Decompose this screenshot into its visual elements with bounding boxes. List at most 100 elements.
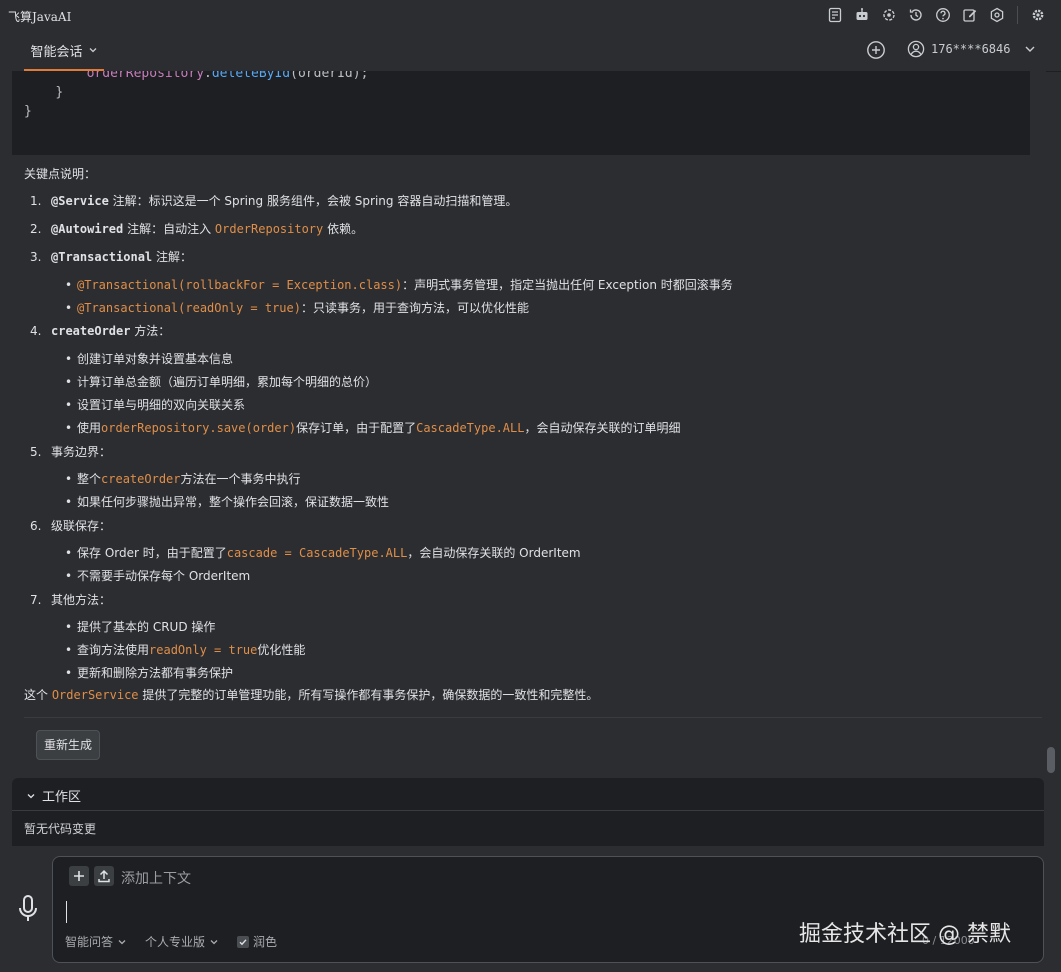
microphone-button[interactable] — [16, 894, 40, 924]
bullet-item: • 如果任何步骤抛出异常，整个操作会回滚，保证数据一致性 — [65, 495, 390, 509]
list-item: 5. 事务边界： — [30, 443, 111, 460]
list-bold: createOrder — [51, 324, 131, 338]
bullet-text: 提供了基本的 CRUD 操作 — [77, 620, 216, 634]
inline-code: readOnly = true — [149, 643, 258, 657]
summary-text: 这个 OrderService 提供了完整的订单管理功能，所有写操作都有事务保护… — [24, 686, 598, 703]
robot-icon[interactable] — [853, 6, 871, 24]
list-number: 2. — [30, 222, 42, 236]
input-options: 智能问答 个人专业版 润色 — [65, 933, 277, 950]
bullet-text: 保存订单，由于配置了 — [296, 421, 417, 435]
plan-label: 个人专业版 — [145, 935, 206, 949]
chat-scroll-area[interactable]: orderRepository.deleteById(orderId); } }… — [0, 71, 1046, 846]
help-icon[interactable] — [934, 6, 952, 24]
list-text: 依赖。 — [323, 222, 364, 236]
bullet-item: • 创建订单对象并设置基本信息 — [65, 352, 234, 366]
list-text: 方法： — [130, 324, 171, 338]
code-token: (orderId); — [290, 71, 369, 81]
upload-icon — [98, 869, 110, 883]
window-title: 飞算JavaAI — [8, 10, 72, 24]
code-token: deleteById — [211, 71, 291, 81]
plan-dropdown[interactable]: 个人专业版 — [145, 933, 219, 950]
session-bar: 智能会话 176****6846 — [0, 31, 1061, 72]
scrollbar-thumb[interactable] — [1047, 747, 1055, 773]
code-block: orderRepository.deleteById(orderId); } } — [12, 71, 1030, 155]
bullet-text: 整个 — [77, 472, 102, 486]
inline-code: createOrder — [101, 472, 181, 486]
code-token: } — [24, 104, 32, 119]
code-token: } — [55, 85, 64, 100]
upload-button[interactable] — [94, 866, 114, 886]
edit-icon[interactable] — [961, 6, 979, 24]
polish-label: 润色 — [253, 935, 278, 949]
checkbox-checked-icon — [237, 935, 250, 948]
code-token: . — [204, 71, 212, 81]
bullet-text: 查询方法使用 — [77, 643, 150, 657]
list-item: 7. 其他方法： — [30, 591, 111, 608]
regenerate-button[interactable]: 重新生成 — [36, 730, 101, 760]
summary-part: 这个 — [24, 688, 52, 702]
inline-code: @Transactional(readOnly = true) — [77, 301, 301, 315]
answer-footer: 重新生成 — [24, 717, 1042, 766]
list-item: 1. @Service 注解：标识这是一个 Spring 服务组件，会被 Spr… — [30, 192, 517, 209]
list-item: 2. @Autowired 注解：自动注入 OrderRepository 依赖… — [30, 220, 363, 237]
bullet-text: 更新和删除方法都有事务保护 — [77, 666, 234, 680]
chevron-down-icon — [209, 937, 219, 947]
bullet-text: 保存 Order 时，由于配置了 — [77, 546, 227, 560]
history-icon[interactable] — [907, 6, 925, 24]
list-text: 级联保存： — [51, 519, 112, 533]
list-number: 3. — [30, 250, 42, 264]
bullet-text: 使用 — [77, 421, 102, 435]
workspace-panel: 工作区 暂无代码变更 — [12, 778, 1044, 846]
list-number: 6. — [30, 519, 42, 533]
user-phone: 176****6846 — [931, 42, 1011, 56]
bullet-text: 计算订单总金额（遍历订单明细，累加每个明细的总价） — [77, 375, 378, 389]
chevron-down-icon — [1024, 43, 1036, 55]
watermark: 掘金技术社区 @ 禁默 — [799, 922, 1011, 947]
list-number: 4. — [30, 324, 42, 338]
bullet-item: • 查询方法使用 readOnly = true 优化性能 — [65, 643, 306, 657]
bullet-item: • 使用 orderRepository.save(order) 保存订单，由于配… — [65, 421, 681, 435]
inline-code: OrderRepository — [214, 222, 324, 236]
code-token: orderRepository — [86, 71, 205, 81]
bullet-item: • 提供了基本的 CRUD 操作 — [65, 620, 216, 634]
bullet-text: 方法在一个事务中执行 — [180, 472, 301, 486]
bullet-item: • 保存 Order 时，由于配置了 cascade = CascadeType.… — [65, 546, 581, 560]
settings-hex-icon[interactable] — [988, 6, 1006, 24]
bullet-text: 创建订单对象并设置基本信息 — [77, 352, 234, 366]
gear-icon[interactable] — [1029, 6, 1047, 24]
bullet-text: ，会自动保存关联的订单明细 — [524, 421, 681, 435]
inline-code: cascade = CascadeType.ALL — [226, 546, 408, 560]
user-icon — [907, 40, 925, 58]
list-item: 4. createOrder 方法： — [30, 322, 170, 339]
list-bold: @Service — [51, 194, 109, 208]
doc-icon[interactable] — [826, 6, 844, 24]
list-item: 3. @Transactional 注解： — [30, 248, 192, 265]
list-text: 注解：自动注入 — [123, 222, 215, 236]
list-text: 注解： — [152, 250, 192, 264]
answer-heading: 关键点说明： — [24, 167, 97, 181]
bullet-item: • 更新和删除方法都有事务保护 — [65, 666, 234, 680]
bullet-item: • 计算订单总金额（遍历订单明细，累加每个明细的总价） — [65, 375, 378, 389]
add-context-label[interactable]: 添加上下文 — [121, 868, 191, 888]
user-menu[interactable]: 176****6846 — [907, 40, 1036, 58]
polish-checkbox[interactable]: 润色 — [237, 933, 277, 950]
answer-panel: 关键点说明： 1. @Service 注解：标识这是一个 Spring 服务组件… — [12, 155, 1042, 766]
bullet-item: • 不需要手动保存每个 OrderItem — [65, 569, 251, 583]
bullet-text: ，会自动保存关联的 OrderItem — [407, 546, 581, 560]
bullet-text: 设置订单与明细的双向关联关系 — [77, 398, 246, 412]
list-item: 6. 级联保存： — [30, 517, 111, 534]
workspace-header[interactable]: 工作区 — [12, 778, 1044, 811]
list-bold: @Autowired — [51, 222, 124, 236]
workspace-title: 工作区 — [42, 790, 82, 805]
list-number: 1. — [30, 194, 42, 208]
mode-dropdown[interactable]: 智能问答 — [65, 933, 127, 950]
gear-sparkle-icon[interactable] — [880, 6, 898, 24]
new-session-button[interactable] — [866, 40, 886, 60]
bullet-text: 优化性能 — [257, 643, 306, 657]
inline-code: CascadeType.ALL — [416, 421, 525, 435]
tab-smart-session[interactable]: 智能会话 — [24, 31, 104, 71]
toolbar-divider — [1017, 6, 1018, 24]
list-bold: @Transactional — [51, 250, 153, 264]
add-context-button[interactable] — [69, 866, 89, 886]
tab-label: 智能会话 — [30, 44, 83, 60]
